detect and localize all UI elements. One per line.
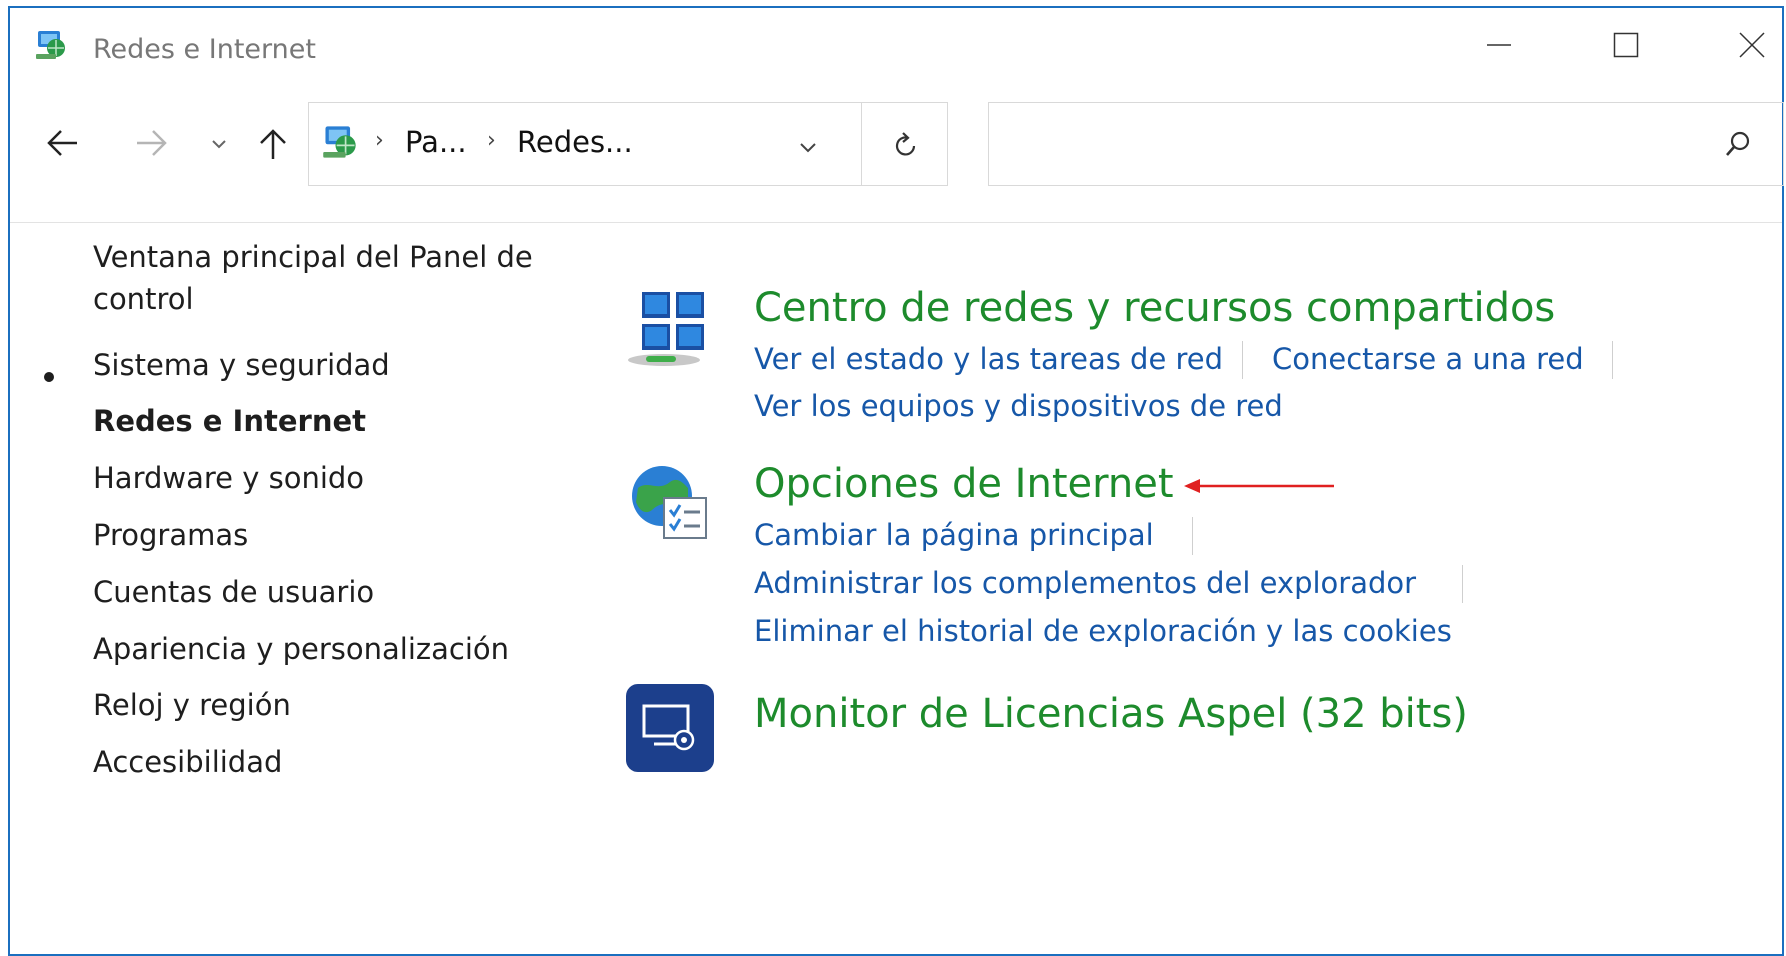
breadcrumb-network[interactable]: Redes... [517, 125, 633, 159]
sidebar-item-network-internet: Redes e Internet [93, 404, 366, 438]
internet-options-icon[interactable] [624, 458, 716, 550]
sidebar-item-clock-region[interactable]: Reloj y región [93, 684, 291, 726]
search-input[interactable] [999, 113, 1703, 175]
sidebar-item-system-security[interactable]: Sistema y seguridad [93, 344, 390, 386]
minimize-button[interactable] [1447, 16, 1551, 74]
refresh-button[interactable] [879, 123, 933, 167]
chevron-down-icon [800, 143, 816, 153]
network-sharing-center-title[interactable]: Centro de redes y recursos compartidos [754, 282, 1555, 334]
sidebar-item-label: Ventana principal del Panel de [93, 240, 533, 274]
sidebar-item-user-accounts[interactable]: Cuentas de usuario [93, 571, 374, 613]
close-icon [1739, 32, 1765, 58]
link-separator [1192, 517, 1193, 555]
breadcrumb-control-panel[interactable]: Pa... [405, 125, 467, 159]
red-arrow-icon [1184, 479, 1334, 493]
control-panel-window: Redes e Internet › Pa... › Redes... Vent… [8, 6, 1784, 956]
search-icon[interactable] [1721, 127, 1755, 161]
network-center-icon[interactable] [624, 286, 716, 378]
license-monitor-title[interactable]: Monitor de Licencias Aspel (32 bits) [754, 688, 1468, 740]
link-separator [1462, 565, 1463, 603]
view-network-devices-link[interactable]: Ver los equipos y dispositivos de red [754, 386, 1283, 426]
sidebar-item-control-panel-home[interactable]: Ventana principal del Panel de control [93, 236, 533, 320]
window-title: Redes e Internet [93, 34, 316, 65]
maximize-button[interactable] [1574, 16, 1678, 74]
breadcrumb-separator-icon: › [375, 128, 384, 153]
link-separator [1242, 341, 1243, 379]
change-home-page-link[interactable]: Cambiar la página principal [754, 515, 1154, 555]
manage-browser-addons-link[interactable]: Administrar los complementos del explora… [754, 563, 1416, 603]
maximize-icon [1613, 32, 1639, 58]
close-button[interactable] [1700, 16, 1786, 74]
sidebar-item-hardware-sound[interactable]: Hardware y sonido [93, 457, 364, 499]
sidebar-item-programs[interactable]: Programas [93, 514, 248, 556]
refresh-icon [895, 132, 916, 156]
link-separator [1612, 341, 1613, 379]
address-divider [861, 103, 862, 185]
internet-options-title[interactable]: Opciones de Internet [754, 458, 1174, 510]
arrow-right-icon [137, 130, 167, 156]
up-button[interactable] [250, 120, 296, 166]
sidebar-item-accessibility[interactable]: Accesibilidad [93, 741, 282, 783]
sidebar-item-label-line2: control [93, 282, 194, 316]
minimize-icon [1487, 44, 1511, 46]
breadcrumb-separator-icon: › [487, 128, 496, 153]
address-dropdown-button[interactable] [791, 131, 825, 163]
delete-browsing-history-link[interactable]: Eliminar el historial de exploración y l… [754, 611, 1452, 651]
network-globe-icon [323, 126, 356, 158]
arrow-up-icon [260, 129, 286, 159]
current-item-bullet [44, 372, 54, 382]
sidebar-item-appearance[interactable]: Apariencia y personalización [93, 628, 509, 670]
connect-to-network-link[interactable]: Conectarse a una red [1272, 339, 1584, 379]
forward-button[interactable] [128, 120, 174, 166]
network-globe-icon [36, 31, 65, 59]
chevron-down-icon [212, 140, 226, 149]
search-box [988, 102, 1784, 186]
back-button[interactable] [40, 120, 86, 166]
title-bar: Redes e Internet [10, 8, 1782, 78]
arrow-left-icon [47, 130, 77, 156]
recent-locations-button[interactable] [204, 124, 234, 164]
address-bar[interactable]: › Pa... › Redes... [308, 102, 948, 186]
navigation-bar: › Pa... › Redes... [10, 82, 1784, 223]
view-network-status-link[interactable]: Ver el estado y las tareas de red [754, 339, 1223, 379]
license-monitor-icon[interactable] [624, 682, 716, 774]
